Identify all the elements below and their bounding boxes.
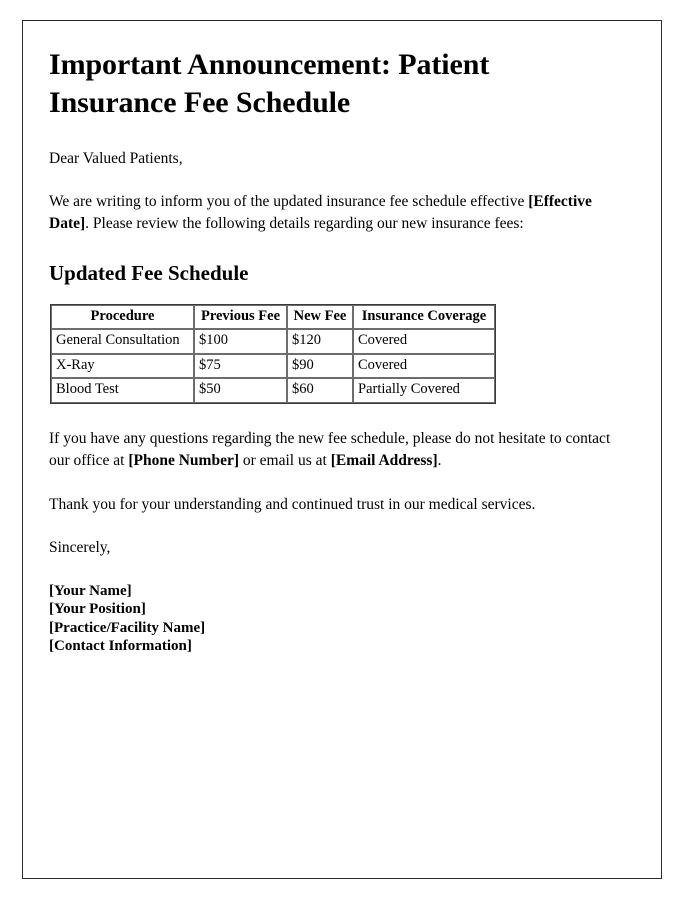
cell-previous-fee: $75: [194, 353, 287, 379]
signature-line-your-name: [Your Name]: [49, 582, 132, 599]
column-header-insurance-coverage: Insurance Coverage: [353, 305, 495, 330]
table-row: General Consultation $100 $120 Covered: [51, 329, 495, 354]
table-header-row: Procedure Previous Fee New Fee Insurance…: [51, 305, 495, 330]
cell-new-fee: $120: [287, 329, 353, 354]
signature-line-contact-information: [Contact Information]: [49, 638, 192, 655]
page-title: Important Announcement: Patient Insuranc…: [49, 48, 490, 120]
cell-new-fee: $90: [287, 353, 353, 379]
table-body: General Consultation $100 $120 Covered X…: [51, 329, 495, 403]
cell-procedure: X-Ray: [51, 353, 194, 379]
table-row: X-Ray $75 $90 Covered: [51, 353, 495, 379]
intro-paragraph: We are writing to inform you of the upda…: [49, 191, 615, 235]
signature-line-practice-name: [Practice/Facility Name]: [49, 619, 206, 636]
cell-insurance-coverage: Covered: [353, 353, 495, 379]
contact-text-part-3: .: [437, 451, 442, 469]
cell-previous-fee: $100: [194, 329, 287, 354]
document-page-frame: Important Announcement: Patient Insuranc…: [22, 20, 662, 879]
contact-text-part-2: or email us at: [239, 451, 331, 469]
fee-schedule-table: Procedure Previous Fee New Fee Insurance…: [50, 304, 496, 404]
cell-insurance-coverage: Partially Covered: [353, 378, 495, 403]
cell-new-fee: $60: [287, 378, 353, 403]
column-header-new-fee: New Fee: [287, 305, 353, 330]
table-row: Blood Test $50 $60 Partially Covered: [51, 378, 495, 403]
signature-block: [Your Name] [Your Position] [Practice/Fa…: [49, 582, 615, 656]
intro-text-part-2: . Please review the following details re…: [85, 214, 524, 232]
cell-insurance-coverage: Covered: [353, 329, 495, 354]
document-body: Important Announcement: Patient Insuranc…: [49, 46, 615, 656]
column-header-previous-fee: Previous Fee: [194, 305, 287, 330]
salutation-text: Dear Valued Patients,: [49, 149, 183, 167]
table-header: Procedure Previous Fee New Fee Insurance…: [51, 305, 495, 330]
signoff-text: Sincerely,: [49, 539, 111, 557]
section-heading-updated-fee-schedule: Updated Fee Schedule: [49, 260, 249, 285]
signature-line-your-position: [Your Position]: [49, 601, 146, 618]
email-address-placeholder: [Email Address]: [330, 451, 438, 469]
cell-previous-fee: $50: [194, 378, 287, 403]
cell-procedure: Blood Test: [51, 378, 194, 403]
column-header-procedure: Procedure: [51, 305, 194, 330]
thanks-paragraph: Thank you for your understanding and con…: [49, 495, 536, 513]
fee-table-container: Procedure Previous Fee New Fee Insurance…: [50, 304, 615, 404]
cell-procedure: General Consultation: [51, 329, 194, 354]
contact-paragraph: If you have any questions regarding the …: [49, 428, 615, 472]
phone-number-placeholder: [Phone Number]: [128, 451, 239, 469]
intro-text-part-1: We are writing to inform you of the upda…: [49, 192, 529, 210]
